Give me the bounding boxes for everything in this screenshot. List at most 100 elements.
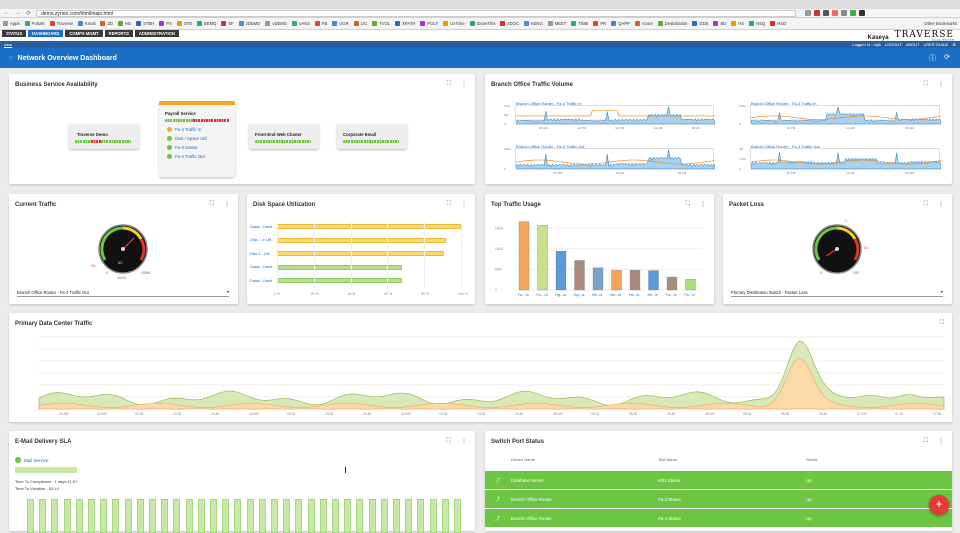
back-icon[interactable]: ‹ — [10, 55, 12, 61]
bookmark-item[interactable]: PX — [159, 21, 172, 26]
expand-icon[interactable]: ⛶ — [924, 81, 928, 88]
table-row[interactable]: ⤴ Database Server eth1 Status Up — [485, 471, 952, 489]
bookmark-item[interactable]: MEET — [547, 21, 566, 26]
bookmark-item[interactable]: DeskStation — [657, 21, 687, 26]
bookmark-item[interactable]: vDEMO — [265, 21, 287, 26]
menu-comps-mgmt[interactable]: COMPS MGMT — [65, 30, 103, 37]
bookmark-icon — [136, 21, 142, 26]
bookmark-item[interactable]: STBH — [136, 21, 154, 26]
extension-icon[interactable] — [841, 10, 848, 16]
more-icon[interactable]: ⋮ — [461, 438, 467, 445]
bookmark-item[interactable]: HSQ — [749, 21, 765, 26]
service-front-end[interactable]: Front-End Web Cluster — [249, 124, 319, 149]
bookmark-item[interactable]: Azure — [634, 21, 653, 26]
branch-office-traffic-card: Branch Office Traffic Volume ⛶ ⋮ Branch O… — [485, 74, 952, 184]
bookmark-item[interactable]: Apps — [3, 21, 20, 26]
url-input[interactable]: demo.zyrion.com/html/main.html — [36, 9, 797, 17]
bookmark-item[interactable]: SF — [221, 21, 234, 26]
extension-icon[interactable] — [850, 10, 857, 16]
bookmark-item[interactable]: Kmail — [77, 21, 95, 26]
table-row[interactable]: ⤴ Branch Office Router Fa-4 Status Up — [485, 509, 952, 527]
disk-label[interactable]: Datac...Used — [250, 225, 272, 229]
bookmark-item[interactable]: GDS — [692, 21, 708, 26]
menu-icon[interactable] — [859, 10, 866, 16]
add-widget-button[interactable]: + — [929, 495, 949, 515]
payroll-item[interactable]: Fa-4 Traffic In — [167, 127, 201, 132]
bookmark-item[interactable]: zDEMO — [238, 21, 260, 26]
bookmark-item[interactable]: TVOL — [372, 21, 390, 26]
more-icon[interactable]: ⋮ — [938, 81, 944, 88]
reload-icon[interactable]: ⟳ — [26, 10, 31, 17]
bookmark-icon — [159, 21, 165, 26]
bookmark-item[interactable]: VAKS — [292, 21, 310, 26]
col-test-name[interactable]: Test Name — [658, 457, 677, 462]
expand-icon[interactable]: ⛶ — [447, 81, 451, 88]
star-icon[interactable] — [805, 10, 812, 16]
expand-icon[interactable]: ⛶ — [447, 201, 451, 208]
bookmark-label: vDEMO — [272, 21, 288, 26]
more-icon[interactable]: ⋮ — [461, 201, 467, 208]
other-bookmarks[interactable]: Other Bookmarks — [924, 21, 957, 26]
bookmark-item[interactable]: LIC — [353, 21, 367, 26]
extension-icon[interactable] — [814, 10, 821, 16]
menu-reports[interactable]: REPORTS — [104, 30, 133, 37]
mail-service-link[interactable]: Mail Service — [24, 458, 49, 463]
payroll-item[interactable]: Fa-4 Status — [167, 145, 197, 150]
bookmark-item[interactable]: HS — [731, 21, 744, 26]
extension-icon[interactable] — [832, 10, 839, 16]
disk-label[interactable]: Disk Z...Util — [250, 252, 269, 256]
bookmark-item[interactable]: TIME — [571, 21, 588, 26]
bookmark-item[interactable]: KENG — [523, 21, 543, 26]
bookmark-item[interactable]: FB — [314, 21, 327, 26]
table-row[interactable]: ⤴ Branch Office Router Fa-3 Status Up — [485, 490, 952, 508]
disk-label[interactable]: Datac...Used — [250, 279, 272, 283]
bookmark-item[interactable]: ZD — [100, 21, 113, 26]
bookmark-item[interactable]: PR — [593, 21, 606, 26]
menu-dashboard[interactable]: DASHBOARD — [28, 30, 64, 37]
packet-loss-select[interactable]: Primary Distribution Switch - Packet Los… — [731, 289, 943, 297]
settings-icon[interactable]: ⚙ — [952, 42, 956, 47]
more-icon[interactable]: ⋮ — [938, 438, 944, 445]
bookmark-label: BEMQ — [204, 21, 217, 26]
traffic-select[interactable]: Branch Office Router - Fa-3 Traffic Out — [17, 289, 229, 297]
disk-label[interactable]: Datac...Used — [250, 265, 272, 269]
service-payroll[interactable]: Payroll Service Fa-4 Traffic In Disk / Sp… — [159, 101, 235, 177]
disk-label[interactable]: Disk /...e Util — [250, 238, 271, 242]
forward-icon[interactable]: → — [15, 10, 21, 16]
expand-icon[interactable]: ⛶ — [447, 438, 451, 445]
col-result[interactable]: Result — [806, 457, 817, 462]
extension-icon[interactable] — [823, 10, 830, 16]
bookmark-item[interactable]: HD — [118, 21, 131, 26]
bookmark-item[interactable]: BD — [713, 21, 726, 26]
expand-icon[interactable]: ⛶ — [924, 438, 928, 445]
bookmark-item[interactable]: Traverse — [49, 21, 73, 26]
view-link[interactable]: view — [4, 42, 12, 47]
menu-status[interactable]: STATUS — [2, 30, 27, 37]
bookmark-item[interactable]: UxTime — [443, 21, 465, 26]
more-icon[interactable]: ⋮ — [461, 81, 467, 88]
bookmark-item[interactable]: UGR — [332, 21, 349, 26]
info-icon[interactable]: ⓘ — [929, 53, 936, 63]
bookmark-item[interactable]: HSO — [770, 21, 786, 26]
payroll-item[interactable]: Disk / Space Util — [167, 136, 207, 141]
bookmark-label: ZD — [107, 21, 114, 26]
col-device-name[interactable]: Device Name — [511, 457, 535, 462]
top-traffic-chart: 150M 100M 50M 0 Fa-...In Fa-...Ut Gig...ut Gig.… — [495, 221, 703, 297]
menu-administration[interactable]: ADMINISTRATION — [134, 30, 179, 37]
bookmark-item[interactable]: XPATH — [395, 21, 415, 26]
bookmark-item[interactable]: BEMQ — [197, 21, 216, 26]
service-corporate-email[interactable]: Corporate Email — [337, 124, 407, 149]
about-link[interactable]: ABOUT — [906, 42, 920, 47]
back-icon[interactable]: ← — [4, 10, 10, 16]
bookmark-item[interactable]: QAPP — [611, 21, 630, 26]
bookmark-item[interactable]: POLY — [420, 21, 438, 26]
logout-link[interactable]: LOGOUT — [885, 42, 902, 47]
payroll-item[interactable]: Fa-4 Traffic Out — [167, 154, 205, 159]
bookmark-item[interactable]: STB — [176, 21, 192, 26]
bookmark-item[interactable]: iDoneThis — [469, 21, 495, 26]
service-traverse-demo[interactable]: Traverse Demo — [69, 124, 139, 149]
refresh-icon[interactable]: ⟳ — [944, 53, 950, 63]
bookmark-item[interactable]: Portals — [24, 21, 45, 26]
bookmark-item[interactable]: zDOC — [500, 21, 519, 26]
user-guide-link[interactable]: USER GUIDE — [924, 42, 949, 47]
